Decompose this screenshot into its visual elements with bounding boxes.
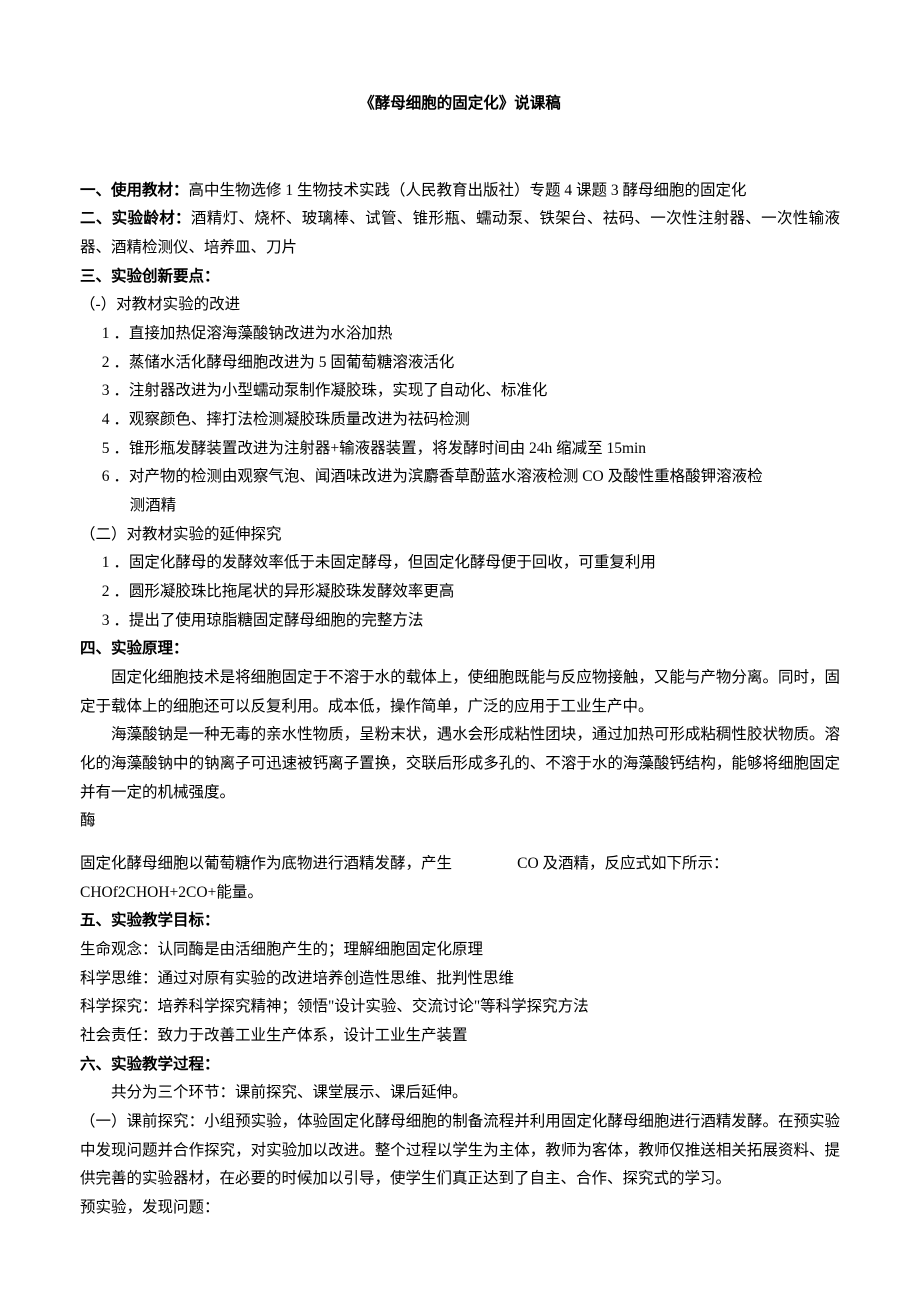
- s3-item1-6a: 6 ．对产物的检测由观察气泡、闻酒味改进为滨麝香草酚蓝水溶液检测 CO 及酸性重…: [80, 463, 840, 492]
- section-2-label: 二、实验龄材：: [80, 210, 191, 227]
- s3-item2-2: 2 ．圆形凝胶珠比拖尾状的异形凝胶珠发酵效率更高: [80, 578, 840, 607]
- s3-item1-3: 3 ．注射器改进为小型蠕动泵制作凝胶珠，实现了自动化、标准化: [80, 377, 840, 406]
- section-2-text: 酒精灯、烧杯、玻璃棒、试管、锥形瓶、蠕动泵、铁架台、祛码、一次性注射器、一次性输…: [80, 210, 840, 256]
- s5-l1: 生命观念：认同酶是由活细胞产生的；理解细胞固定化原理: [80, 936, 840, 965]
- section-4-mei: 酶: [80, 807, 840, 836]
- section-2: 二、实验龄材：酒精灯、烧杯、玻璃棒、试管、锥形瓶、蠕动泵、铁架台、祛码、一次性注…: [80, 205, 840, 262]
- section-4-p2: 海藻酸钠是一种无毒的亲水性物质，呈粉末状，遇水会形成粘性团块，通过加热可形成粘稠…: [80, 721, 840, 807]
- section-1-label: 一、使用教材：: [80, 182, 189, 199]
- section-4-label: 四、实验原理：: [80, 635, 840, 664]
- s3-item1-6b: 测酒精: [80, 492, 840, 521]
- s5-l4: 社会责任：致力于改善工业生产体系，设计工业生产装置: [80, 1022, 840, 1051]
- blank-line: [80, 836, 840, 850]
- s3-item1-2: 2 ．蒸储水活化酵母细胞改进为 5 固葡萄糖溶液活化: [80, 349, 840, 378]
- section-4-p1: 固定化细胞技术是将细胞固定于不溶于水的载体上，使细胞既能与反应物接触，又能与产物…: [80, 664, 840, 721]
- s6-p3: 预实验，发现问题：: [80, 1194, 840, 1223]
- section-3-sub2: （二）对教材实验的延伸探究: [80, 521, 840, 550]
- section-5-label: 五、实验教学目标：: [80, 907, 840, 936]
- s6-p2: （一）课前探究：小组预实验，体验固定化酵母细胞的制备流程并利用固定化酵母细胞进行…: [80, 1108, 840, 1194]
- s3-item1-5: 5 ．锥形瓶发酵装置改进为注射器+输液器装置，将发酵时间由 24h 缩减至 15…: [80, 435, 840, 464]
- section-4-p3a: 固定化酵母细胞以葡萄糖作为底物进行酒精发酵，产生: [80, 855, 452, 872]
- section-4-p3b: CO 及酒精，反应式如下所示：: [517, 855, 728, 872]
- s5-l2: 科学思维：通过对原有实验的改进培养创造性思维、批判性思维: [80, 965, 840, 994]
- section-4-eq: CHOf2CHOH+2CO+能量。: [80, 879, 840, 908]
- s3-item1-1: 1 ．直接加热促溶海藻酸钠改进为水浴加热: [80, 320, 840, 349]
- section-1-text: 高中生物选修 1 生物技术实践（人民教育出版社）专题 4 课题 3 酵母细胞的固…: [189, 182, 747, 199]
- s3-item1-4: 4 ．观察颜色、摔打法检测凝胶珠质量改进为祛码检测: [80, 406, 840, 435]
- s3-item2-1: 1 ．固定化酵母的发酵效率低于未固定酵母，但固定化酵母便于回收，可重复利用: [80, 549, 840, 578]
- doc-title: 《酵母细胞的固定化》说课稿: [80, 90, 840, 119]
- section-6-label: 六、实验教学过程：: [80, 1051, 840, 1080]
- section-4-p3: 固定化酵母细胞以葡萄糖作为底物进行酒精发酵，产生 CO 及酒精，反应式如下所示：: [80, 850, 840, 879]
- s6-p1: 共分为三个环节：课前探究、课堂展示、课后延伸。: [80, 1079, 840, 1108]
- section-1: 一、使用教材：高中生物选修 1 生物技术实践（人民教育出版社）专题 4 课题 3…: [80, 177, 840, 206]
- section-3-sub1: （-）对教材实验的改进: [80, 291, 840, 320]
- section-3-label: 三、实验创新要点：: [80, 263, 840, 292]
- s5-l3: 科学探究：培养科学探究精神；领悟"设计实验、交流讨论"等科学探究方法: [80, 993, 840, 1022]
- s3-item2-3: 3 ．提出了使用琼脂糖固定酵母细胞的完整方法: [80, 607, 840, 636]
